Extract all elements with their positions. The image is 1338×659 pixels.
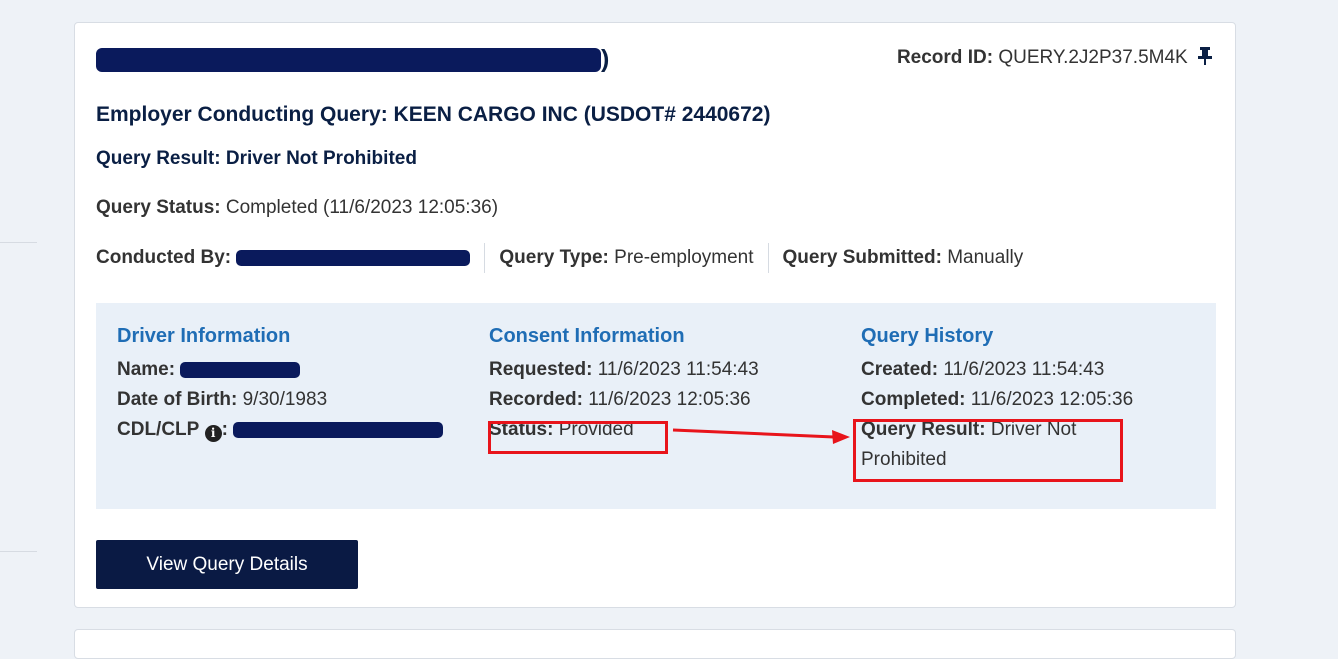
annotation-box-consent-status: [488, 421, 668, 454]
employer-conducting-query: Employer Conducting Query: KEEN CARGO IN…: [96, 103, 771, 126]
consent-recorded-label: Recorded:: [489, 389, 583, 410]
query-type-label: Query Type:: [499, 247, 609, 268]
record-id-label: Record ID:: [896, 47, 994, 68]
history-completed-label: Completed:: [861, 389, 966, 410]
view-query-details-button[interactable]: View Query Details: [96, 540, 358, 589]
history-completed-value: 11/6/2023 12:05:36: [970, 389, 1134, 410]
left-divider-bottom: [0, 551, 37, 552]
history-created-row: Created: 11/6/2023 11:54:43: [861, 355, 1161, 385]
redacted-conducted-by: [236, 250, 471, 266]
meta-separator: [484, 243, 486, 273]
driver-cdl-label: CDL/CLP: [117, 419, 200, 440]
query-meta-row: Conducted By: Query Type: Pre-employment…: [96, 243, 1023, 273]
driver-dob-value: 9/30/1983: [242, 389, 328, 410]
driver-title: ): [96, 45, 609, 74]
consent-requested-row: Requested: 11/6/2023 11:54:43: [489, 355, 759, 385]
driver-information-heading: Driver Information: [117, 325, 291, 347]
query-status-label: Query Status:: [96, 197, 221, 218]
redacted-driver-name-field: [180, 361, 301, 378]
meta-separator: [767, 243, 769, 273]
driver-name-row: Name:: [117, 355, 443, 385]
query-submitted-value: Manually: [947, 247, 1024, 268]
history-created-value: 11/6/2023 11:54:43: [943, 359, 1105, 380]
record-id: Record ID: QUERY.2J2P37.5M4K: [897, 47, 1213, 69]
query-submitted: Query Submitted: Manually: [783, 247, 1024, 269]
pin-icon[interactable]: [1197, 47, 1213, 65]
consent-information-heading: Consent Information: [489, 325, 685, 347]
driver-information: Driver Information Name: Date of Birth: …: [117, 323, 444, 445]
conducted-by-label: Conducted By:: [96, 247, 232, 268]
history-created-label: Created:: [861, 359, 939, 380]
redacted-driver-name: [96, 48, 601, 73]
consent-requested-value: 11/6/2023 11:54:43: [597, 359, 759, 380]
query-type-value: Pre-employment: [614, 247, 754, 268]
driver-name-label: Name:: [117, 359, 176, 380]
consent-requested-label: Requested:: [489, 359, 593, 380]
query-history-heading: Query History: [861, 325, 994, 347]
history-completed-row: Completed: 11/6/2023 12:05:36: [861, 385, 1161, 415]
consent-recorded-row: Recorded: 11/6/2023 12:05:36: [489, 385, 759, 415]
info-icon[interactable]: i: [204, 424, 222, 442]
driver-title-suffix: ): [601, 45, 610, 73]
driver-cdl-row: CDL/CLP i:: [117, 415, 444, 445]
redacted-cdl-number: [233, 421, 444, 438]
driver-dob-row: Date of Birth: 9/30/1983: [117, 385, 443, 415]
annotation-box-query-result: [853, 419, 1123, 482]
query-status: Query Status: Completed (11/6/2023 12:05…: [96, 197, 498, 219]
left-divider-top: [0, 242, 37, 243]
query-type: Query Type: Pre-employment: [499, 247, 753, 269]
query-status-value: Completed (11/6/2023 12:05:36): [225, 197, 499, 218]
driver-dob-label: Date of Birth:: [117, 389, 238, 410]
driver-cdl-colon: :: [221, 419, 228, 440]
consent-recorded-value: 11/6/2023 12:05:36: [588, 389, 751, 410]
record-id-value: QUERY.2J2P37.5M4K: [998, 47, 1188, 68]
next-record-card: [74, 629, 1236, 659]
query-result-heading: Query Result: Driver Not Prohibited: [96, 148, 417, 169]
query-record-card: ) Record ID: QUERY.2J2P37.5M4K Employer …: [74, 22, 1236, 608]
query-submitted-label: Query Submitted:: [782, 247, 942, 268]
conducted-by: Conducted By:: [96, 247, 471, 269]
